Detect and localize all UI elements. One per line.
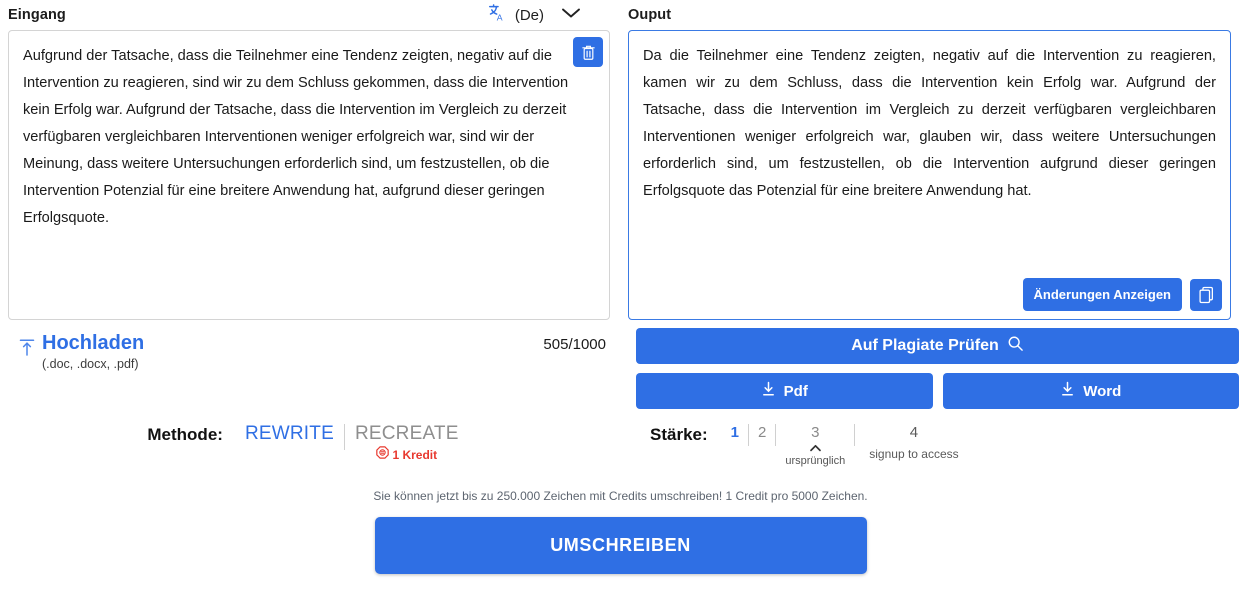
strength-block: Stärke: 1 2 3 ursprünglich 4 signup to a… [650, 423, 963, 467]
translate-icon: A [487, 2, 509, 29]
download-pdf-label: Pdf [783, 382, 808, 400]
promo-text: Sie können jetzt bis zu 250.000 Zeichen … [373, 489, 868, 503]
input-panel-header: Eingang A (De) [8, 0, 610, 30]
cta-row: UMSCHREIBEN [0, 517, 1241, 574]
strength-level-3-label: 3 [811, 424, 820, 441]
strength-level-3[interactable]: 3 ursprünglich [776, 423, 854, 467]
credit-badge: 1 Kredit [376, 446, 437, 464]
upload-icon [18, 332, 36, 362]
language-code-label: (De) [514, 6, 544, 24]
options-row: Methode: REWRITE RECREATE 1 Kredit Stärk… [0, 423, 1241, 467]
strength-level-4-label: 4 [909, 424, 919, 441]
strength-level-2[interactable]: 2 [749, 423, 775, 443]
output-text: Da die Teilnehmer eine Tendenz zeigten, … [643, 48, 1221, 199]
download-pdf-button[interactable]: Pdf [636, 373, 933, 409]
upload-formats-hint: (.doc, .docx, .pdf) [42, 357, 139, 371]
upload-control[interactable]: Hochladen (.doc, .docx, .pdf) [18, 332, 144, 371]
clear-input-button[interactable] [573, 37, 603, 67]
credit-coin-icon [376, 446, 390, 464]
check-plagiarism-label: Auf Plagiate Prüfen [851, 337, 999, 354]
credit-badge-label: 1 Kredit [392, 448, 438, 462]
chevron-down-icon[interactable] [560, 6, 582, 25]
rewrite-button[interactable]: UMSCHREIBEN [374, 517, 867, 574]
method-option-recreate-label: RECREATE [354, 423, 459, 444]
output-panel-header: Ouput [628, 0, 1231, 30]
strength-level-1[interactable]: 1 [722, 423, 748, 443]
caret-up-icon [809, 444, 822, 454]
strength-caption: Stärke: [650, 425, 708, 444]
language-selector[interactable]: A (De) [487, 2, 610, 29]
output-panel-title: Ouput [628, 7, 672, 23]
input-text: Aufgrund der Tatsache, dass die Teilnehm… [23, 48, 573, 226]
strength-level-1-label: 1 [730, 424, 739, 441]
input-textarea[interactable]: Aufgrund der Tatsache, dass die Teilnehm… [8, 30, 610, 320]
strength-level-3-sublabel: ursprünglich [785, 455, 846, 467]
strength-section: Stärke: 1 2 3 ursprünglich 4 signup to a… [620, 423, 1241, 467]
method-option-rewrite-label: REWRITE [244, 423, 334, 444]
output-footer: Auf Plagiate Prüfen Pdf Word [628, 320, 1241, 409]
check-plagiarism-button[interactable]: Auf Plagiate Prüfen [636, 328, 1239, 364]
search-icon [1007, 335, 1024, 357]
copy-output-button[interactable] [1190, 278, 1222, 311]
method-option-recreate[interactable]: RECREATE 1 Kredit [345, 423, 469, 464]
input-panel-title: Eingang [8, 7, 66, 23]
strength-level-2-label: 2 [757, 424, 767, 441]
character-counter: 505/1000 [543, 336, 606, 353]
upload-text: Hochladen (.doc, .docx, .pdf) [42, 332, 144, 371]
download-row: Pdf Word [636, 373, 1239, 409]
input-panel: Eingang A (De) Aufgrund der Tatsache, da… [0, 0, 620, 409]
strength-level-4[interactable]: 4 signup to access [855, 423, 962, 461]
download-word-button[interactable]: Word [942, 373, 1239, 409]
download-icon [761, 381, 776, 401]
show-changes-button[interactable]: Änderungen Anzeigen [1022, 278, 1182, 311]
svg-text:A: A [497, 12, 503, 22]
strength-levels: 1 2 3 ursprünglich 4 signup to access [722, 423, 963, 467]
download-icon [1060, 381, 1075, 401]
download-word-label: Word [1083, 382, 1122, 400]
output-textarea[interactable]: Da die Teilnehmer eine Tendenz zeigten, … [628, 30, 1231, 320]
rewriter-app: Eingang A (De) Aufgrund der Tatsache, da… [0, 0, 1241, 590]
strength-level-4-sublabel: signup to access [869, 447, 959, 461]
output-panel: Ouput Da die Teilnehmer eine Tendenz zei… [620, 0, 1241, 409]
method-options: REWRITE RECREATE 1 Kredit [235, 423, 469, 464]
output-action-bar: Änderungen Anzeigen [1022, 278, 1222, 311]
method-block: Methode: REWRITE RECREATE 1 Kredit [147, 423, 468, 464]
upload-label[interactable]: Hochladen [42, 332, 144, 354]
method-option-rewrite[interactable]: REWRITE [235, 423, 344, 445]
method-caption: Methode: [147, 425, 223, 444]
method-section: Methode: REWRITE RECREATE 1 Kredit [0, 423, 620, 467]
editor-panels: Eingang A (De) Aufgrund der Tatsache, da… [0, 0, 1241, 409]
input-footer: Hochladen (.doc, .docx, .pdf) 505/1000 [8, 320, 628, 371]
